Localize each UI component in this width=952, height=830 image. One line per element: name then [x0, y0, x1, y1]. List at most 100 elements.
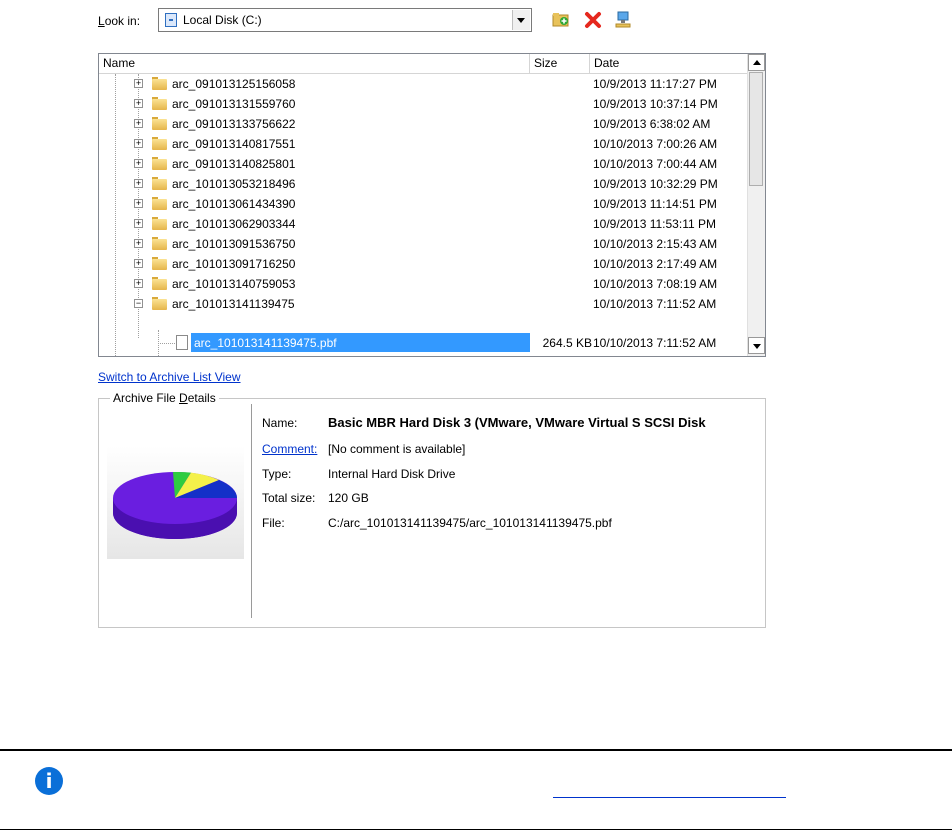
- look-in-label: Look in:: [98, 14, 141, 28]
- file-label: File:: [262, 516, 285, 530]
- table-row[interactable]: + arc_091013133756622 10/9/2013 6:38:02 AM: [99, 114, 749, 134]
- folder-icon: [152, 97, 167, 110]
- folder-icon: [152, 237, 167, 250]
- table-row[interactable]: + arc_101013061434390 10/9/2013 11:14:51 P…: [99, 194, 749, 214]
- row-name: arc_091013140817551: [172, 137, 296, 151]
- table-row[interactable]: + arc_091013131559760 10/9/2013 10:37:14 P…: [99, 94, 749, 114]
- row-name: arc_101013140759053: [172, 277, 296, 291]
- row-name: arc_101013053218496: [172, 177, 296, 191]
- row-date: 10/9/2013 11:53:11 PM: [593, 217, 716, 231]
- folder-icon: [152, 117, 167, 130]
- row-date: 10/9/2013 10:37:14 PM: [593, 97, 718, 111]
- expand-icon[interactable]: +: [134, 219, 143, 228]
- vertical-scrollbar[interactable]: [747, 54, 765, 356]
- collapse-icon[interactable]: −: [134, 299, 143, 308]
- archive-file-list[interactable]: Name Size Date + arc_091013125156058 10/9/…: [98, 53, 766, 357]
- table-row[interactable]: + arc_091013140817551 10/10/2013 7:00:26 A…: [99, 134, 749, 154]
- folder-icon: [152, 257, 167, 270]
- table-row[interactable]: + arc_091013125156058 10/9/2013 11:17:27 P…: [99, 74, 749, 94]
- switch-to-archive-list-link[interactable]: Switch to Archive List View: [98, 370, 241, 384]
- note-link[interactable]: [553, 797, 786, 798]
- comment-value: [No comment is available]: [328, 442, 466, 456]
- delete-icon[interactable]: [583, 10, 603, 30]
- row-name: arc_101013061434390: [172, 197, 296, 211]
- expand-icon[interactable]: +: [134, 99, 143, 108]
- name-label: Name:: [262, 416, 298, 430]
- archive-file-details-legend: Archive File Details: [110, 391, 219, 405]
- expand-icon[interactable]: +: [134, 79, 143, 88]
- table-row[interactable]: + arc_091013140825801 10/10/2013 7:00:44 A…: [99, 154, 749, 174]
- scroll-up-button[interactable]: [748, 54, 765, 71]
- row-name: arc_101013141139475.pbf: [194, 336, 337, 350]
- row-date: 10/10/2013 7:08:19 AM: [593, 277, 718, 291]
- local-disk-icon: [165, 13, 177, 27]
- comment-label[interactable]: Comment:: [262, 442, 317, 456]
- type-value: Internal Hard Disk Drive: [328, 467, 456, 481]
- expand-icon[interactable]: +: [134, 259, 143, 268]
- row-date: 10/10/2013 2:17:49 AM: [593, 257, 718, 271]
- row-name: arc_101013141139475: [172, 297, 295, 311]
- total-size-value: 120 GB: [328, 491, 369, 505]
- row-name: arc_101013091716250: [172, 257, 296, 271]
- folder-icon: [152, 157, 167, 170]
- row-name: arc_091013133756622: [172, 117, 296, 131]
- column-name[interactable]: Name: [99, 54, 530, 73]
- folder-icon: [152, 217, 167, 230]
- row-name: arc_091013131559760: [172, 97, 296, 111]
- scroll-down-button[interactable]: [748, 337, 765, 354]
- scroll-thumb[interactable]: [749, 72, 763, 186]
- total-size-label: Total size:: [262, 491, 316, 505]
- row-name: arc_101013091536750: [172, 237, 296, 251]
- row-date: 10/9/2013 11:14:51 PM: [593, 197, 717, 211]
- table-row[interactable]: + arc_101013053218496 10/9/2013 10:32:29 P…: [99, 174, 749, 194]
- expand-icon[interactable]: +: [134, 159, 143, 168]
- folder-icon: [152, 137, 167, 150]
- table-row-selected[interactable]: arc_101013141139475.pbf 264.5 KB 10/10/2…: [99, 333, 749, 353]
- look-in-dropdown[interactable]: Local Disk (C:): [158, 8, 532, 32]
- disk-pie-chart-icon: [107, 446, 244, 559]
- table-row[interactable]: + arc_101013091536750 10/10/2013 2:15:43 A…: [99, 234, 749, 254]
- row-date: 10/10/2013 7:00:26 AM: [593, 137, 718, 151]
- expand-icon[interactable]: +: [134, 279, 143, 288]
- folder-icon: [152, 277, 167, 290]
- network-icon[interactable]: [613, 10, 633, 30]
- info-icon: i: [35, 767, 63, 795]
- name-value: Basic MBR Hard Disk 3 (VMware, VMware Vi…: [328, 415, 706, 430]
- look-in-value: Local Disk (C:): [183, 13, 262, 27]
- expand-icon[interactable]: +: [134, 239, 143, 248]
- row-date: 10/9/2013 11:17:27 PM: [593, 77, 717, 91]
- comment-link[interactable]: Comment:: [262, 442, 317, 456]
- row-date: 10/9/2013 10:32:29 PM: [593, 177, 718, 191]
- new-folder-icon[interactable]: [551, 10, 571, 30]
- row-date: 10/10/2013 7:11:52 AM: [593, 336, 717, 350]
- file-value: C:/arc_101013141139475/arc_1010131411394…: [328, 516, 612, 530]
- table-row[interactable]: − arc_101013141139475 10/10/2013 7:11:52 A…: [99, 294, 749, 314]
- table-row[interactable]: + arc_101013062903344 10/9/2013 11:53:11 P…: [99, 214, 749, 234]
- table-row[interactable]: + arc_101013140759053 10/10/2013 7:08:19 A…: [99, 274, 749, 294]
- file-icon: [176, 335, 188, 350]
- folder-icon: [152, 77, 167, 90]
- expand-icon[interactable]: +: [134, 119, 143, 128]
- type-label: Type:: [262, 467, 292, 481]
- note-divider-top: [0, 749, 952, 751]
- row-name: arc_101013062903344: [172, 217, 296, 231]
- expand-icon[interactable]: +: [134, 139, 143, 148]
- row-date: 10/10/2013 2:15:43 AM: [593, 237, 718, 251]
- row-name: arc_091013140825801: [172, 157, 296, 171]
- details-separator: [251, 404, 252, 618]
- row-date: 10/9/2013 6:38:02 AM: [593, 117, 711, 131]
- folder-icon: [152, 197, 167, 210]
- column-date[interactable]: Date: [590, 54, 749, 73]
- row-size: 264.5 KB: [542, 336, 592, 350]
- folder-icon: [152, 177, 167, 190]
- folder-icon: [152, 297, 167, 310]
- row-date: 10/10/2013 7:11:52 AM: [593, 297, 717, 311]
- row-date: 10/10/2013 7:00:44 AM: [593, 157, 718, 171]
- expand-icon[interactable]: +: [134, 199, 143, 208]
- table-row[interactable]: + arc_101013091716250 10/10/2013 2:17:49 A…: [99, 254, 749, 274]
- list-header: Name Size Date: [99, 54, 749, 74]
- column-size[interactable]: Size: [530, 54, 590, 73]
- dropdown-arrow-icon[interactable]: [512, 10, 530, 30]
- expand-icon[interactable]: +: [134, 179, 143, 188]
- row-name: arc_091013125156058: [172, 77, 296, 91]
